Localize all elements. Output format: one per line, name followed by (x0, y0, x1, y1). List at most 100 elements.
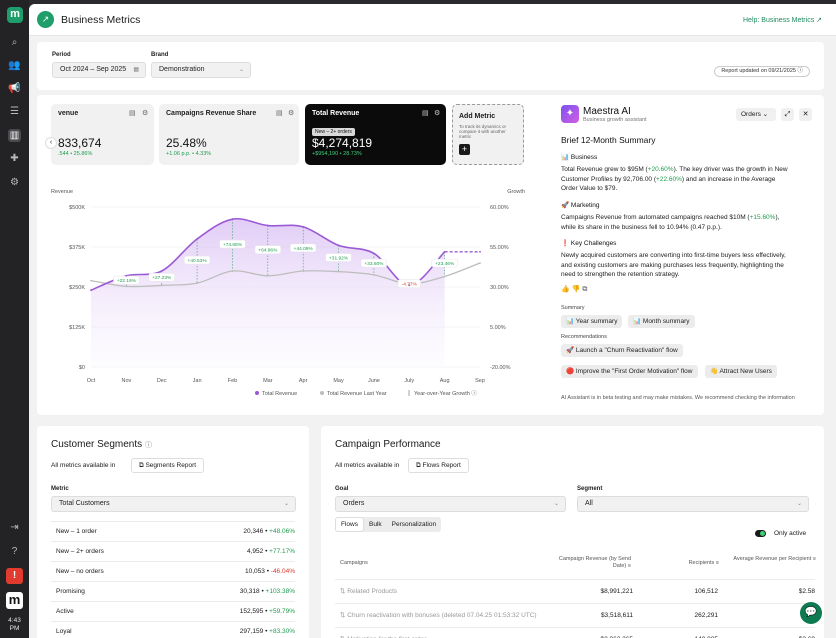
segment-row[interactable]: Active 152,595 • +59.79% (51, 601, 295, 621)
tab-personalization[interactable]: Personalization (387, 517, 441, 532)
segment-row[interactable]: Promising 30,318 • +103.38% (51, 581, 295, 601)
kpi-total-revenue[interactable]: Total Revenue ▤ ⚙ New – 2+ orders $4,274… (305, 104, 446, 165)
data-point (337, 270, 340, 273)
search-icon[interactable]: ⌕ (8, 36, 21, 49)
metric-select[interactable]: Total Customers ⌄ (51, 496, 296, 512)
data-point (443, 250, 446, 253)
add-metric-card[interactable]: Add Metric To track its dynamics or comp… (452, 104, 524, 165)
thumbs-down-icon[interactable]: 👎 (572, 286, 581, 293)
copy-icon[interactable]: ▤ (422, 109, 429, 117)
info-icon[interactable]: ⓘ (797, 68, 803, 74)
assistant-name: Maestra AI (583, 106, 631, 117)
kpi-revenue[interactable]: venue ▤ ⚙ 833,674 .544 • 25.86% (51, 104, 154, 165)
campaign-name[interactable]: ⇅ Related Products (340, 580, 397, 604)
megaphone-icon[interactable]: 📢 (8, 82, 21, 95)
add-metric-description: To track its dynamics or compare it with… (459, 124, 507, 139)
segment-label: New – 1 order (56, 528, 97, 535)
chat-bubble-icon[interactable]: 💬 (800, 602, 822, 624)
puzzle-icon[interactable]: ✚ (8, 152, 21, 165)
reports-icon[interactable]: ▥ (8, 129, 21, 142)
growth-label: +64.96% (258, 248, 278, 254)
col-revenue[interactable]: Campaign Revenue (by Send Date) ≡ (556, 556, 631, 570)
settings-icon[interactable]: ⚙ (8, 176, 21, 189)
users-icon[interactable]: 👥 (8, 59, 21, 72)
top-bar: ↗ Business Metrics Help: Business Metric… (29, 4, 836, 36)
y2-tick-label: -20.00% (490, 365, 511, 371)
x-tick-label: Sep (475, 378, 485, 384)
campaign-tabs: Flows Bulk Personalization (335, 517, 442, 532)
goal-select[interactable]: Orders ⌄ (335, 496, 566, 512)
col-recipients[interactable]: Recipients ≡ (661, 560, 719, 566)
segment-row[interactable]: New – 2+ orders 4,952 • +77.17% (51, 541, 295, 561)
recommendation-chip[interactable]: 🚀 Launch a "Churn Reactivation" flow (561, 344, 683, 357)
table-row[interactable]: ⇅ Motivation for the first order $2,062,3… (335, 627, 815, 638)
data-point (266, 274, 269, 277)
data-point (337, 244, 340, 247)
scroll-left-button[interactable]: ‹ (45, 137, 57, 149)
segment-row[interactable]: New – no orders 10,053 • -46.04% (51, 561, 295, 581)
brand-logo[interactable]: m (6, 592, 23, 609)
segment-label: Promising (56, 588, 85, 595)
segment-label: Active (56, 608, 74, 615)
table-row[interactable]: ⇅ Churn reactivation with bonuses (delet… (335, 603, 815, 627)
growth-label: +40.53% (188, 258, 208, 264)
segment-value: 152,595 • +59.79% (239, 608, 295, 615)
help-link[interactable]: Help: Business Metrics ↗ (743, 16, 822, 24)
year-summary-chip[interactable]: 📊 Year summary (561, 315, 623, 328)
segment-tag: New – 2+ orders (312, 128, 355, 136)
col-avg-revenue[interactable]: Average Revenue per Recipient ≡ (726, 556, 816, 563)
growth-label: +22.16% (117, 278, 137, 284)
flows-report-button[interactable]: ⧉ Flows Report (408, 458, 469, 473)
x-tick-label: Nov (121, 378, 131, 384)
y2-axis-title: Growth (507, 189, 525, 195)
campaign-recipients: 106,512 (694, 588, 719, 595)
campaign-name[interactable]: ⇅ Churn reactivation with bonuses (delet… (340, 604, 537, 628)
copy-icon[interactable]: ▤ (129, 109, 136, 117)
brand-select[interactable]: Demonstration ⌄ (151, 62, 251, 78)
recommendation-chip[interactable]: 🔴 Improve the "First Order Motivation" f… (561, 365, 698, 378)
thumbs-up-icon[interactable]: 👍 (561, 286, 570, 293)
warning-icon[interactable]: ! (6, 568, 23, 584)
collapse-icon[interactable]: ⇥ (8, 521, 21, 534)
legend-marker (320, 391, 324, 395)
table-row[interactable]: ⇅ Related Products $8,991,221 106,512 $2.58 (335, 579, 815, 603)
gear-icon[interactable]: ⚙ (434, 109, 440, 117)
data-point (302, 270, 305, 272)
segment-row[interactable]: New – 1 order 20,346 • +48.06% (51, 521, 295, 541)
sort-icon: ≡ (812, 556, 816, 562)
tab-flows[interactable]: Flows (335, 517, 364, 532)
only-active-toggle[interactable] (755, 530, 766, 537)
legend-label: Total Revenue Last Year (327, 391, 387, 397)
help-icon[interactable]: ? (8, 545, 21, 558)
segment-select[interactable]: All ⌄ (577, 496, 809, 512)
data-point (479, 250, 481, 253)
growth-label: +33.60% (364, 261, 384, 267)
sort-icon: ≡ (715, 560, 719, 566)
gear-icon[interactable]: ⚙ (142, 109, 148, 117)
gear-icon[interactable]: ⚙ (288, 109, 294, 117)
data-point (373, 273, 375, 276)
tab-bulk[interactable]: Bulk (364, 517, 387, 532)
col-campaigns[interactable]: Campaigns (340, 560, 368, 566)
month-summary-chip[interactable]: 📊 Month summary (628, 315, 695, 328)
expand-icon[interactable]: ⤢ (781, 108, 794, 121)
close-icon[interactable]: ✕ (799, 108, 812, 121)
recommendation-chip[interactable]: 👋 Attract New Users (705, 365, 777, 378)
copy-icon[interactable]: ⧉ (582, 286, 587, 293)
kpi-title: Campaigns Revenue Share (166, 110, 257, 117)
only-active-label: Only active (774, 530, 807, 537)
app-logo[interactable]: m (7, 7, 23, 23)
list-icon[interactable]: ☰ (8, 105, 21, 118)
plus-icon[interactable]: + (459, 144, 470, 155)
orders-select[interactable]: Orders ⌄ (736, 108, 776, 121)
period-picker[interactable]: Oct 2024 – Sep 2025 ▦ (52, 62, 146, 78)
x-tick-label: June (368, 378, 380, 384)
data-point (479, 262, 481, 264)
info-icon[interactable]: ⓘ (145, 442, 152, 449)
kpi-campaigns-share[interactable]: Campaigns Revenue Share ▤ ⚙ 25.48% +1.06… (159, 104, 299, 165)
segments-report-button[interactable]: ⧉ Segments Report (131, 458, 205, 473)
segment-row[interactable]: Loyal 297,159 • +83.30% (51, 621, 295, 638)
copy-icon[interactable]: ▤ (276, 109, 283, 117)
orders-select-value: Orders (741, 111, 761, 118)
campaign-name[interactable]: ⇅ Motivation for the first order (340, 628, 426, 638)
